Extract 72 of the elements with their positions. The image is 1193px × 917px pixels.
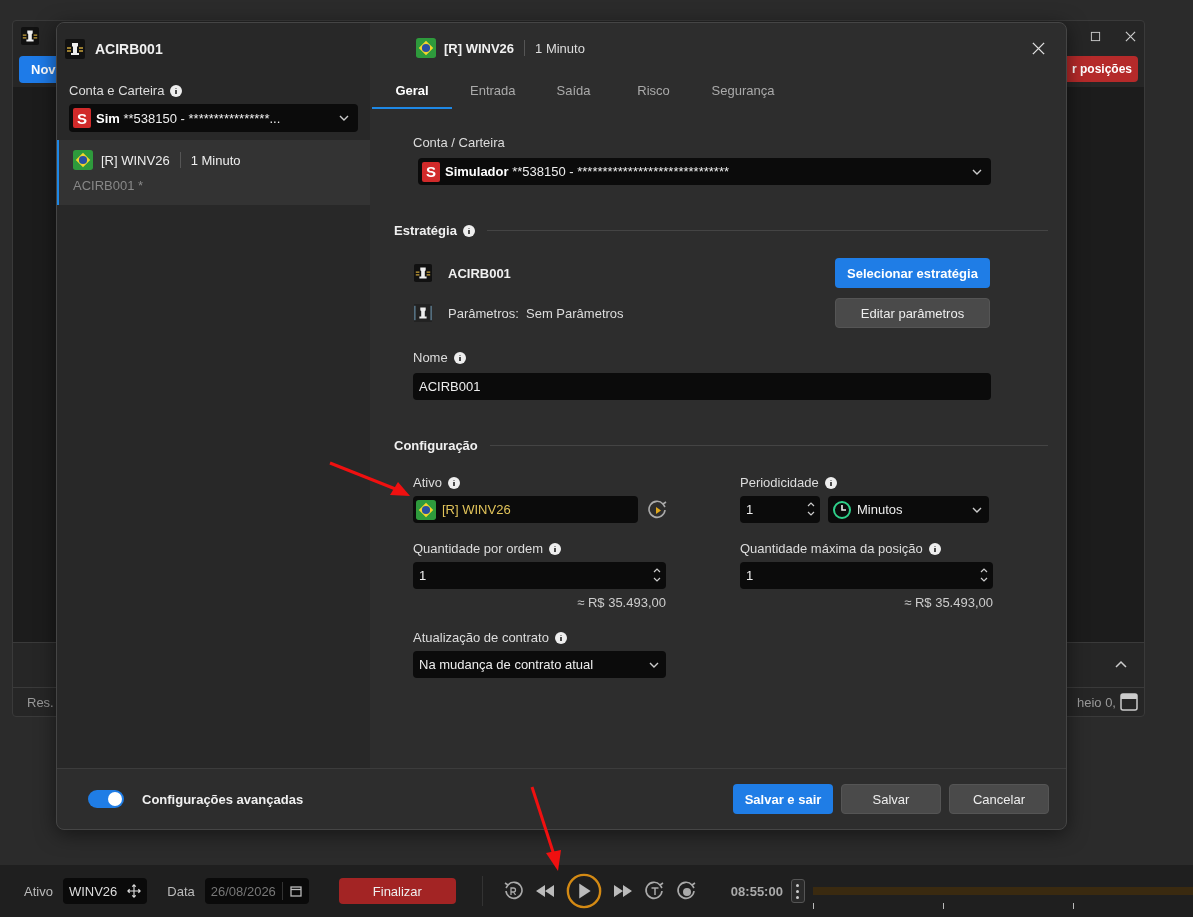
asset-title: [R] WINV26 — [444, 40, 515, 56]
field-label: Atualização de contrato — [413, 630, 549, 645]
play-icon[interactable] — [564, 872, 603, 910]
section-title: Estratégia — [394, 223, 457, 238]
info-icon[interactable] — [549, 542, 562, 555]
tab[interactable]: Entrada — [452, 73, 534, 109]
info-icon[interactable] — [554, 631, 567, 644]
info-icon[interactable] — [928, 542, 941, 555]
clock-icon — [832, 499, 852, 520]
dialog-button[interactable]: Salvar — [841, 784, 941, 814]
brazil-flag-icon — [416, 499, 436, 520]
close-icon[interactable] — [1125, 30, 1136, 42]
info-icon[interactable] — [447, 476, 460, 489]
section-title: Configuração — [394, 438, 478, 453]
asset-label: Ativo — [24, 883, 53, 899]
maximize-icon[interactable] — [1090, 30, 1101, 42]
strategy-logo-icon — [65, 39, 85, 59]
field-label: Conta / Carteira — [413, 135, 506, 150]
rook-logo-icon — [21, 27, 39, 45]
name-input[interactable]: ACIRB001 — [413, 373, 991, 400]
info-icon[interactable] — [170, 84, 183, 97]
approx-value: ≈ R$ 35.493,00 — [904, 595, 993, 610]
brazil-flag-icon — [73, 150, 93, 170]
time-text: 08:55:00 — [730, 883, 783, 899]
account-select[interactable]: S Sim **538150 - ****************... — [69, 104, 358, 132]
date-field[interactable]: 26/08/2026 — [204, 878, 309, 904]
field-label: Conta e Carteira — [69, 83, 165, 98]
approx-value: ≈ R$ 35.493,00 — [577, 595, 666, 610]
finish-button[interactable]: Finalizar — [338, 878, 456, 904]
period-input[interactable]: 1 — [740, 496, 820, 523]
strategy-logo-icon — [414, 264, 432, 282]
close-icon[interactable] — [1031, 40, 1046, 56]
tab[interactable]: Saída — [533, 73, 614, 109]
info-icon[interactable] — [824, 476, 837, 489]
field-label: Periodicidade — [740, 475, 819, 490]
asset-input[interactable]: [R] WINV26 — [413, 496, 638, 523]
status-text: heio 0, — [1076, 694, 1116, 710]
timeline-handle[interactable] — [790, 879, 805, 903]
strategy-name: ACIRB001 — [448, 265, 511, 281]
status-text: Res. — [27, 694, 54, 710]
toggle-label: Configurações avançadas — [142, 791, 304, 807]
brazil-flag-icon — [416, 38, 436, 58]
period-text: 1 Minuto — [535, 40, 585, 56]
window-icon[interactable] — [1120, 693, 1138, 711]
parameters-text: Parâmetros: Sem Parâmetros — [448, 305, 624, 321]
calendar-icon[interactable] — [288, 884, 303, 898]
select-strategy-button[interactable]: Selecionar estratégia — [835, 258, 990, 288]
quantity-input[interactable]: 1 — [413, 562, 666, 589]
info-icon[interactable] — [453, 351, 466, 364]
field-label: Quantidade por ordem — [413, 541, 544, 556]
save-and-exit-button[interactable]: Salvar e sair — [733, 784, 833, 814]
asset-field[interactable]: WINV26 — [62, 878, 148, 904]
rook-icon — [414, 304, 432, 322]
tab[interactable]: Segurança — [693, 73, 793, 109]
contract-update-select[interactable]: Na mudança de contrato atual — [413, 651, 666, 678]
edit-parameters-button[interactable]: Editar parâmetros — [835, 298, 990, 328]
dialog-button[interactable]: Cancelar — [949, 784, 1049, 814]
tab[interactable]: Risco — [613, 73, 694, 109]
field-label: Nome — [413, 350, 448, 365]
strategy-list-item[interactable]: [R] WINV26 1 Minuto ACIRB001 * — [57, 140, 370, 205]
info-icon[interactable] — [462, 224, 475, 237]
period-unit-select[interactable]: Minutos — [828, 496, 989, 523]
timeline-track[interactable] — [812, 887, 1193, 909]
move-icon[interactable] — [127, 884, 142, 898]
toggle-switch[interactable] — [88, 790, 124, 808]
date-label: Data — [167, 883, 195, 899]
max-quantity-input[interactable]: 1 — [740, 562, 993, 589]
field-label: Ativo — [413, 475, 442, 490]
strategy-title: ACIRB001 — [95, 41, 163, 57]
tab[interactable]: Geral — [372, 73, 452, 109]
field-label: Quantidade máxima da posição — [740, 541, 923, 556]
account-select[interactable]: S Simulador **538150 - ****************************** — [418, 158, 991, 185]
